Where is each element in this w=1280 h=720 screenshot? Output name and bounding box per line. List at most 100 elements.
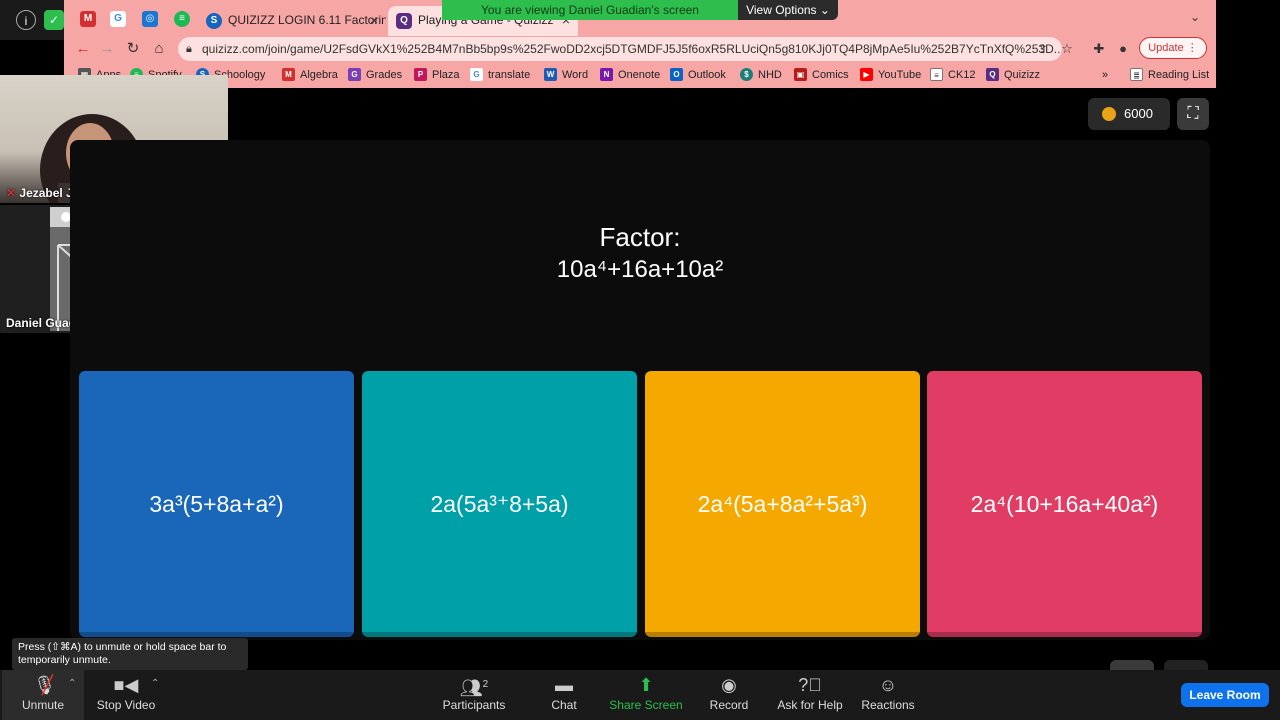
home-icon[interactable]: ⌂ — [148, 38, 170, 60]
reactions-button[interactable]: ☺︎ Reactions — [858, 670, 918, 720]
bookmarks-bar: ▦Apps ≡Spotify SSchoology MAlgebra GGrad… — [64, 64, 1216, 86]
bookmark-label: YouTube — [878, 69, 922, 81]
reload-icon[interactable]: ↻ — [122, 38, 144, 60]
algebra-icon: M — [282, 68, 295, 81]
quiz-control-tab[interactable] — [1164, 660, 1208, 670]
bookmark-label: CK12 — [948, 69, 976, 81]
toolbar-label: Chat — [551, 698, 577, 712]
answer-option-4[interactable]: 2a⁴(10+16a+40a²) — [927, 371, 1202, 637]
mic-muted-icon: ✕︎ — [6, 186, 17, 200]
answer-text: 3a³(5+8a+a²) — [149, 490, 284, 517]
reading-list[interactable]: ≣ Reading List — [1130, 67, 1209, 83]
google-icon: G — [470, 68, 483, 81]
bookmark-comics[interactable]: ▣ Comics — [794, 67, 849, 83]
toolbar-label: Participants — [442, 698, 506, 712]
close-icon[interactable]: × — [370, 6, 378, 34]
answer-option-1[interactable]: 3a³(5+8a+a²) — [79, 371, 354, 637]
bookmark-label: Outlook — [688, 69, 726, 81]
more-bookmarks-button[interactable]: » — [1102, 67, 1108, 83]
participants-icon: 👥︎2 — [459, 678, 489, 698]
lock-icon: 🔒︎ — [186, 43, 192, 55]
quiz-control-tab[interactable] — [1110, 660, 1154, 670]
plaza-icon: P — [414, 68, 427, 81]
answer-option-2[interactable]: 2a(5a³⁺8+5a) — [362, 371, 637, 637]
fullscreen-button[interactable]: ⛶ — [1177, 98, 1209, 130]
update-label: Update — [1148, 42, 1184, 54]
shield-icon[interactable]: ✓ — [44, 10, 64, 30]
grades-icon: G — [348, 68, 361, 81]
bookmark-label: NHD — [758, 69, 782, 81]
schoology-icon: S — [206, 13, 222, 29]
quizizz-icon: Q — [986, 68, 999, 81]
url-text: quizizz.com/join/game/U2FsdGVkX1%252B4M7… — [202, 42, 1062, 56]
spotify-tab-icon[interactable]: ≡ — [174, 11, 190, 27]
zoom-window: i ✓ M G ◎ ≡ S QUIZIZZ LOGIN 6.11 Factori… — [0, 0, 1280, 720]
bookmark-word[interactable]: W Word — [544, 67, 588, 83]
participants-button[interactable]: 👥︎2 Participants — [440, 670, 508, 720]
bookmark-label: Onenote — [618, 69, 661, 81]
back-arrow-icon[interactable]: ← — [72, 38, 94, 60]
chevron-up-icon[interactable]: ⌃ — [151, 678, 159, 689]
lens-tab-icon[interactable]: ◎ — [142, 11, 158, 27]
toolbar-label: Reactions — [861, 698, 915, 712]
chevron-up-icon[interactable]: ⌃ — [68, 678, 76, 689]
ask-for-help-button[interactable]: ?⃝ Ask for Help — [774, 670, 846, 720]
leave-room-button[interactable]: Leave Room — [1181, 683, 1269, 707]
question-expression: 10a⁴+16a+10a² — [556, 256, 724, 283]
info-icon[interactable]: i — [16, 10, 36, 30]
bookmark-quizizz[interactable]: Q Quizizz — [986, 67, 1040, 83]
record-icon: ◉ — [721, 675, 737, 695]
answer-text: 2a(5a³⁺8+5a) — [430, 490, 569, 517]
outlook-icon: O — [670, 68, 683, 81]
ck12-icon: ≡ — [930, 68, 943, 81]
chat-button[interactable]: ▬ Chat — [540, 670, 588, 720]
bookmark-label: Grades — [366, 69, 403, 81]
reading-list-label: Reading List — [1148, 69, 1210, 81]
coins-counter: 6000 — [1088, 98, 1170, 130]
answer-text: 2a⁴(5a+8a²+5a³) — [697, 490, 868, 517]
bookmark-label: Plaza — [432, 69, 460, 81]
profile-icon[interactable]: ● — [1112, 38, 1134, 60]
bookmark-label: Comics — [812, 69, 849, 81]
tab-quizizz-login[interactable]: S QUIZIZZ LOGIN 6.11 Factoring × — [198, 6, 386, 36]
participants-count: 2 — [482, 679, 489, 690]
bookmark-onenote[interactable]: N Onenote — [600, 67, 660, 83]
reading-list-icon: ≣ — [1130, 68, 1143, 81]
quizizz-icon: Q — [396, 13, 412, 29]
share-screen-button[interactable]: ⬆︎ Share Screen — [608, 670, 684, 720]
star-icon[interactable]: ☆ — [1056, 38, 1078, 60]
stop-video-button[interactable]: ■◀︎ Stop Video — [92, 670, 160, 720]
update-button[interactable]: Update ⋮ — [1139, 37, 1207, 59]
chevron-down-icon[interactable]: ⌄ — [1190, 10, 1200, 24]
bookmark-plaza[interactable]: P Plaza — [414, 67, 460, 83]
onenote-icon: N — [600, 68, 613, 81]
record-button[interactable]: ◉ Record — [704, 670, 754, 720]
youtube-icon: ▶ — [860, 68, 873, 81]
google-tab-icon[interactable]: G — [110, 11, 126, 27]
bookmark-outlook[interactable]: O Outlook — [670, 67, 726, 83]
reactions-icon: ☺︎ — [878, 675, 898, 695]
forward-arrow-icon[interactable]: → — [96, 38, 118, 60]
bookmark-translate[interactable]: Gtranslate — [470, 67, 530, 83]
coins-value: 6000 — [1124, 106, 1153, 121]
bookmark-nhd[interactable]: $ NHD — [740, 67, 782, 83]
answer-option-3[interactable]: 2a⁴(5a+8a²+5a³) — [645, 371, 920, 637]
bookmark-label: Word — [562, 69, 589, 81]
toolbar-label: Stop Video — [96, 698, 156, 712]
video-camera-icon: ■◀︎ — [113, 675, 139, 695]
address-bar-row: ← → ↻ ⌂ 🔒︎ quizizz.com/join/game/U2FsdGV… — [64, 36, 1216, 62]
chat-icon: ▬ — [555, 675, 573, 695]
bookmark-algebra[interactable]: M Algebra — [282, 67, 338, 83]
share-page-icon[interactable]: ⇪ — [1032, 38, 1054, 60]
bookmark-grades[interactable]: G Grades — [348, 67, 402, 83]
meeting-toolbar: 🎙︎╱ Unmute ⌃ ■◀︎ Stop Video ⌃ 👥︎2 Partic… — [0, 670, 1280, 720]
comics-icon: ▣ — [794, 68, 807, 81]
view-options-button[interactable]: View Options ⌄ — [738, 0, 838, 20]
toolbar-label: Unmute — [21, 698, 65, 712]
question-label: Factor: — [599, 222, 681, 252]
bookmark-ck12[interactable]: ≡ CK12 — [930, 67, 976, 83]
extensions-icon[interactable]: ✚ — [1088, 38, 1110, 60]
url-input[interactable]: 🔒︎ quizizz.com/join/game/U2FsdGVkX1%252B… — [178, 37, 1062, 61]
gmail-tab-icon[interactable]: M — [80, 11, 96, 27]
bookmark-youtube[interactable]: ▶ YouTube — [860, 67, 921, 83]
